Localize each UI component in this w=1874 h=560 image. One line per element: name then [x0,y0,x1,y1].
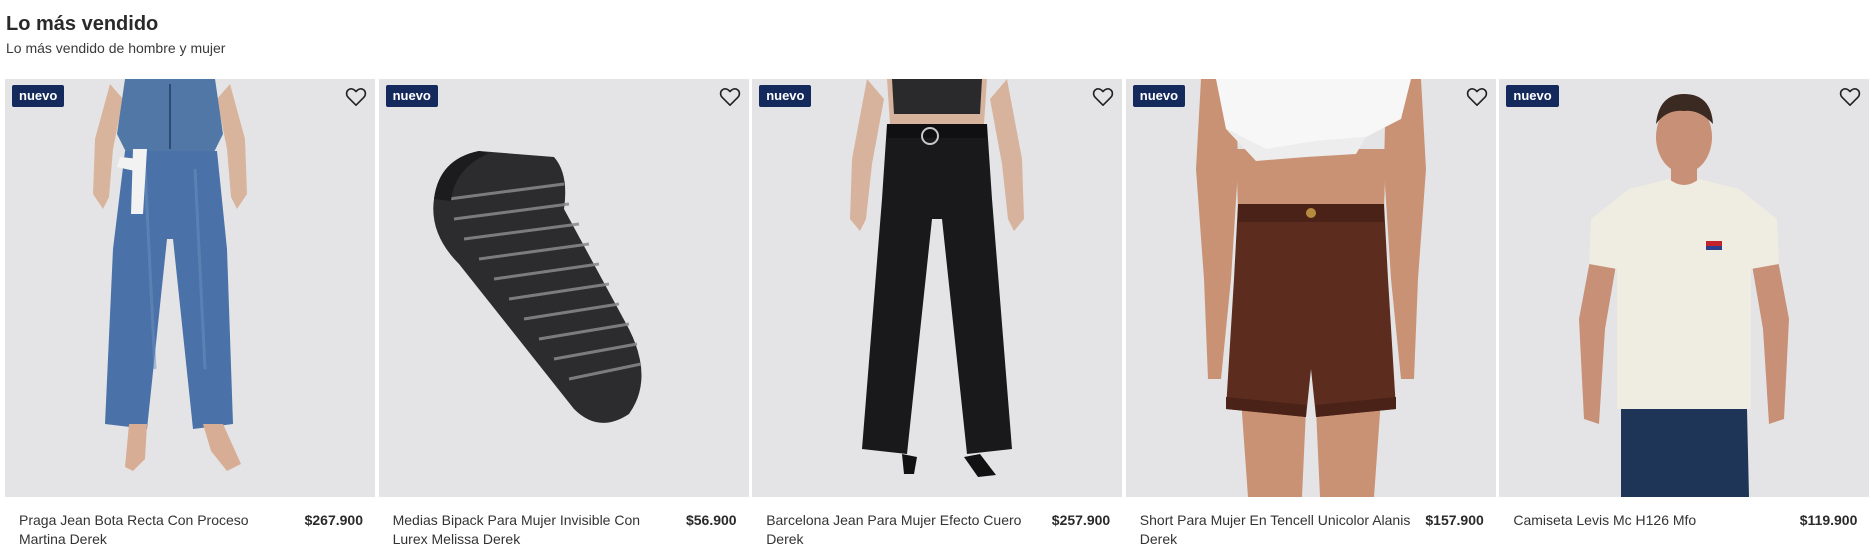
section-subtitle: Lo más vendido de hombre y mujer [6,40,226,56]
product-image[interactable]: nuevo [1125,79,1496,497]
product-name[interactable]: Camiseta Levis Mc H126 Mfo [1513,511,1788,530]
heart-outline-icon[interactable] [1839,87,1861,107]
product-price: $119.900 [1799,512,1858,528]
product-card[interactable]: nuevo Camiseta Levis Mc H126 Mfo $119.90… [1499,79,1870,551]
product-image[interactable]: nuevo [1499,79,1870,497]
product-card[interactable]: nuevo Medias Bipack Para Mujer Invisible… [378,79,749,551]
striped-sock-image [378,79,749,497]
product-name[interactable]: Medias Bipack Para Mujer Invisible Con L… [393,511,668,549]
product-price: $157.900 [1425,512,1484,528]
product-card[interactable]: nuevo Praga Jean Bota Recta Con Proceso … [5,79,375,549]
product-name[interactable]: Barcelona Jean Para Mujer Efecto Cuero D… [766,511,1041,549]
new-badge: nuevo [1506,85,1559,107]
product-info: Barcelona Jean Para Mujer Efecto Cuero D… [752,511,1122,551]
product-price: $56.900 [685,512,737,528]
black-wide-pants-image [752,79,1123,497]
new-badge: nuevo [385,85,438,107]
heart-outline-icon[interactable] [345,87,367,107]
heart-outline-icon[interactable] [719,87,741,107]
jeans-woman-image [5,79,375,497]
heart-outline-icon[interactable] [1092,87,1114,107]
new-badge: nuevo [1132,85,1186,107]
product-name[interactable]: Praga Jean Bota Recta Con Proceso Martin… [19,511,294,549]
product-price: $257.900 [1051,512,1111,528]
product-info: Praga Jean Bota Recta Con Proceso Martin… [5,511,375,551]
product-image[interactable]: nuevo [752,79,1123,497]
product-info: Camiseta Levis Mc H126 Mfo $119.900 [1499,511,1869,551]
heart-outline-icon[interactable] [1466,87,1488,107]
product-name[interactable]: Short Para Mujer En Tencell Unicolor Ala… [1140,511,1415,549]
brown-shorts-image [1125,79,1496,497]
new-badge: nuevo [759,85,812,107]
product-info: Medias Bipack Para Mujer Invisible Con L… [379,511,749,551]
product-card[interactable]: nuevo Short Para Mujer En Tencell Unicol… [1125,79,1496,551]
section-header: Lo más vendido Lo más vendido de hombre … [6,10,225,58]
product-carousel: nuevo Praga Jean Bota Recta Con Proceso … [5,79,1870,551]
product-info: Short Para Mujer En Tencell Unicolor Ala… [1126,511,1496,551]
new-badge: nuevo [12,85,65,107]
product-card[interactable]: nuevo Barcelona Jean Para Mujer Efecto C… [752,79,1123,551]
product-image[interactable]: nuevo [378,79,749,497]
man-white-tshirt-image [1499,79,1870,497]
section-title: Lo más vendido [6,13,159,35]
product-price: $267.900 [304,512,363,528]
product-image[interactable]: nuevo [5,79,375,497]
